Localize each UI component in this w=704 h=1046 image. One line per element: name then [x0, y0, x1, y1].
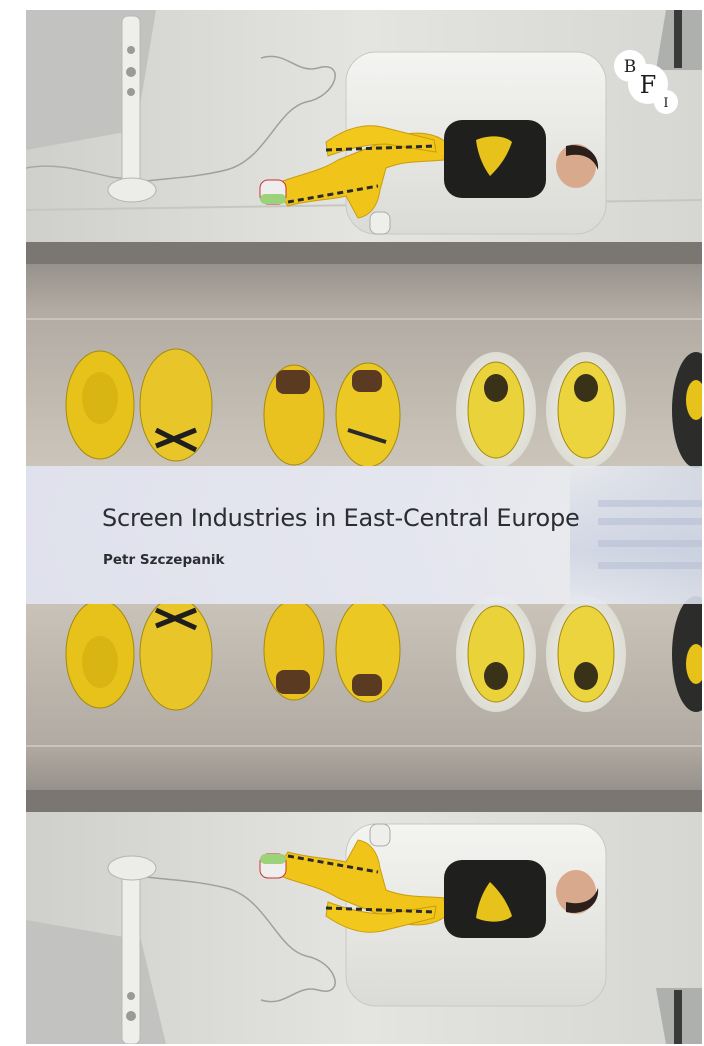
book-author: Petr Szczepanik: [103, 552, 225, 568]
bfi-logo-icon: B F I: [614, 50, 678, 114]
svg-text:F: F: [640, 71, 657, 99]
book-title: Screen Industries in East-Central Europe: [102, 504, 580, 532]
book-cover: Screen Industries in East-Central Europe…: [26, 10, 702, 1044]
svg-text:I: I: [663, 96, 668, 111]
window-reflection: [570, 466, 702, 604]
title-band: Screen Industries in East-Central Europe…: [26, 466, 702, 604]
svg-text:B: B: [624, 57, 637, 77]
